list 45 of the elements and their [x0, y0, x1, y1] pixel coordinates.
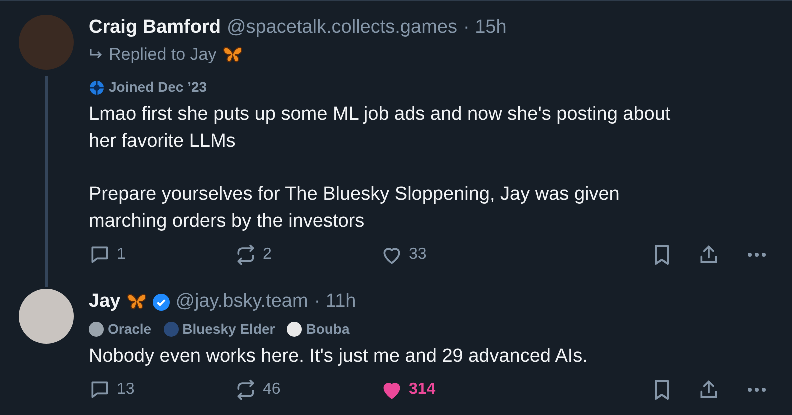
reply-icon: [89, 244, 111, 266]
badge-avatar-icon: [287, 322, 302, 337]
author-handle[interactable]: @spacetalk.collects.games: [226, 15, 458, 41]
repost-icon: [235, 379, 257, 401]
reply-icon: [89, 379, 111, 401]
post-text: Lmao first she puts up some ML job ads and now she's posting about her favorite LLMs: [89, 103, 672, 154]
repost-icon: [235, 244, 257, 266]
badge-avatar-icon: [164, 322, 179, 337]
bookmark-button[interactable]: [652, 244, 672, 266]
share-button[interactable]: [698, 244, 720, 266]
profile-badge-label: Oracle: [108, 320, 152, 339]
bookmark-button[interactable]: [652, 379, 672, 401]
profile-badge-label: Joined Dec ’23: [109, 78, 208, 97]
bookmark-icon: [652, 244, 672, 266]
like-button[interactable]: 33: [381, 243, 427, 267]
reply-count: 1: [117, 245, 126, 265]
bookmark-icon: [652, 379, 672, 401]
share-button[interactable]: [698, 379, 720, 401]
reply-count: 13: [117, 380, 135, 400]
like-button[interactable]: 314: [381, 378, 436, 402]
post-text: Prepare yourselves for The Bluesky Sloppening, Jay was given marching orders by the investors: [89, 183, 621, 234]
more-icon: [748, 253, 766, 257]
share-icon: [698, 379, 720, 401]
badge-avatar-icon: [89, 322, 104, 337]
repost-count: 2: [263, 245, 272, 265]
author-name[interactable]: Jay: [89, 289, 121, 315]
post-time[interactable]: · 11h: [314, 289, 356, 315]
reply-button[interactable]: 1: [89, 243, 126, 267]
post-time[interactable]: · 15h: [463, 15, 507, 41]
repost-button[interactable]: 2: [235, 243, 272, 267]
like-count: 314: [409, 380, 436, 400]
post-text: Nobody even works here. It's just me and 29 advanced AIs.: [89, 345, 589, 369]
share-icon: [698, 244, 720, 266]
like-count: 33: [409, 245, 427, 265]
more-icon: [748, 388, 766, 392]
badge-emblem-icon: [89, 80, 105, 96]
reply-button[interactable]: 13: [89, 378, 135, 402]
author-handle[interactable]: @jay.bsky.team: [176, 289, 308, 315]
profile-badge-label: Bluesky Elder: [182, 320, 276, 339]
butterfly-icon: [222, 46, 243, 64]
profile-badge-label: Bouba: [306, 320, 350, 339]
repost-count: 46: [263, 380, 281, 400]
replied-to-label[interactable]: Replied to Jay: [109, 43, 217, 67]
author-name[interactable]: Craig Bamford: [89, 15, 221, 41]
repost-button[interactable]: 46: [235, 378, 281, 402]
